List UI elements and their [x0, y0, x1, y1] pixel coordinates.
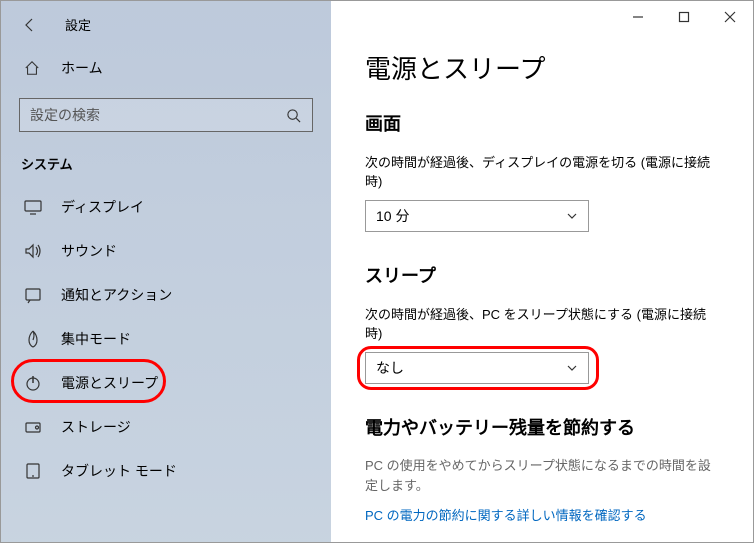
page-title: 電源とスリープ [365, 49, 719, 86]
main-panel: 電源とスリープ 画面 次の時間が経過後、ディスプレイの電源を切る (電源に接続時… [331, 1, 753, 542]
home-button[interactable]: ホーム [1, 44, 331, 92]
focus-icon [23, 329, 43, 349]
sleep-timeout-dropdown[interactable]: なし [365, 352, 589, 384]
sidebar-item-label: 集中モード [61, 329, 131, 349]
titlebar: 設定 [1, 1, 331, 44]
search-icon [284, 106, 302, 124]
notifications-icon [23, 285, 43, 305]
home-icon [23, 59, 41, 77]
section-heading-sleep: スリープ [365, 262, 719, 288]
sidebar-item-notifications[interactable]: 通知とアクション [1, 273, 331, 317]
sidebar-item-label: 電源とスリープ [61, 373, 158, 393]
close-button[interactable] [707, 1, 753, 33]
storage-icon [23, 417, 43, 437]
screen-timeout-dropdown[interactable]: 10 分 [365, 200, 589, 232]
sidebar-item-power[interactable]: 電源とスリープ [1, 361, 331, 405]
section-heading-screen: 画面 [365, 110, 719, 136]
minimize-button[interactable] [615, 1, 661, 33]
sound-icon [23, 241, 43, 261]
sidebar-item-label: サウンド [61, 241, 117, 261]
chevron-down-icon [566, 210, 578, 222]
tablet-icon [23, 461, 43, 481]
search-box[interactable] [19, 98, 313, 132]
back-button[interactable] [21, 16, 39, 34]
content: 電源とスリープ 画面 次の時間が経過後、ディスプレイの電源を切る (電源に接続時… [331, 1, 753, 525]
sidebar: 設定 ホーム システム ディスプレイ サウンド [1, 1, 331, 542]
maximize-button[interactable] [661, 1, 707, 33]
battery-description: PC の使用をやめてからスリープ状態になるまでの時間を設定します。 [365, 456, 719, 495]
category-heading: システム [1, 150, 331, 185]
sidebar-item-storage[interactable]: ストレージ [1, 405, 331, 449]
sidebar-item-display[interactable]: ディスプレイ [1, 185, 331, 229]
chevron-down-icon [566, 362, 578, 374]
home-label: ホーム [61, 58, 103, 78]
window-title: 設定 [65, 15, 91, 34]
screen-field-label: 次の時間が経過後、ディスプレイの電源を切る (電源に接続時) [365, 152, 719, 190]
sidebar-item-label: タブレット モード [61, 461, 177, 481]
sidebar-item-tablet[interactable]: タブレット モード [1, 449, 331, 493]
display-icon [23, 197, 43, 217]
sidebar-item-label: ディスプレイ [61, 197, 144, 217]
sleep-field-label: 次の時間が経過後、PC をスリープ状態にする (電源に接続時) [365, 304, 719, 342]
search-input[interactable] [30, 107, 284, 123]
window-controls [615, 1, 753, 33]
sidebar-item-label: ストレージ [61, 417, 131, 437]
sidebar-item-sound[interactable]: サウンド [1, 229, 331, 273]
power-help-link[interactable]: PC の電力の節約に関する詳しい情報を確認する [365, 505, 647, 524]
power-icon [23, 373, 43, 393]
dropdown-value: 10 分 [376, 206, 409, 226]
sidebar-item-focus[interactable]: 集中モード [1, 317, 331, 361]
nav-list: ディスプレイ サウンド 通知とアクション 集中モード 電源とスリープ [1, 185, 331, 493]
dropdown-value: なし [376, 358, 404, 378]
section-heading-battery: 電力やバッテリー残量を節約する [365, 414, 719, 440]
sidebar-item-label: 通知とアクション [61, 285, 172, 305]
